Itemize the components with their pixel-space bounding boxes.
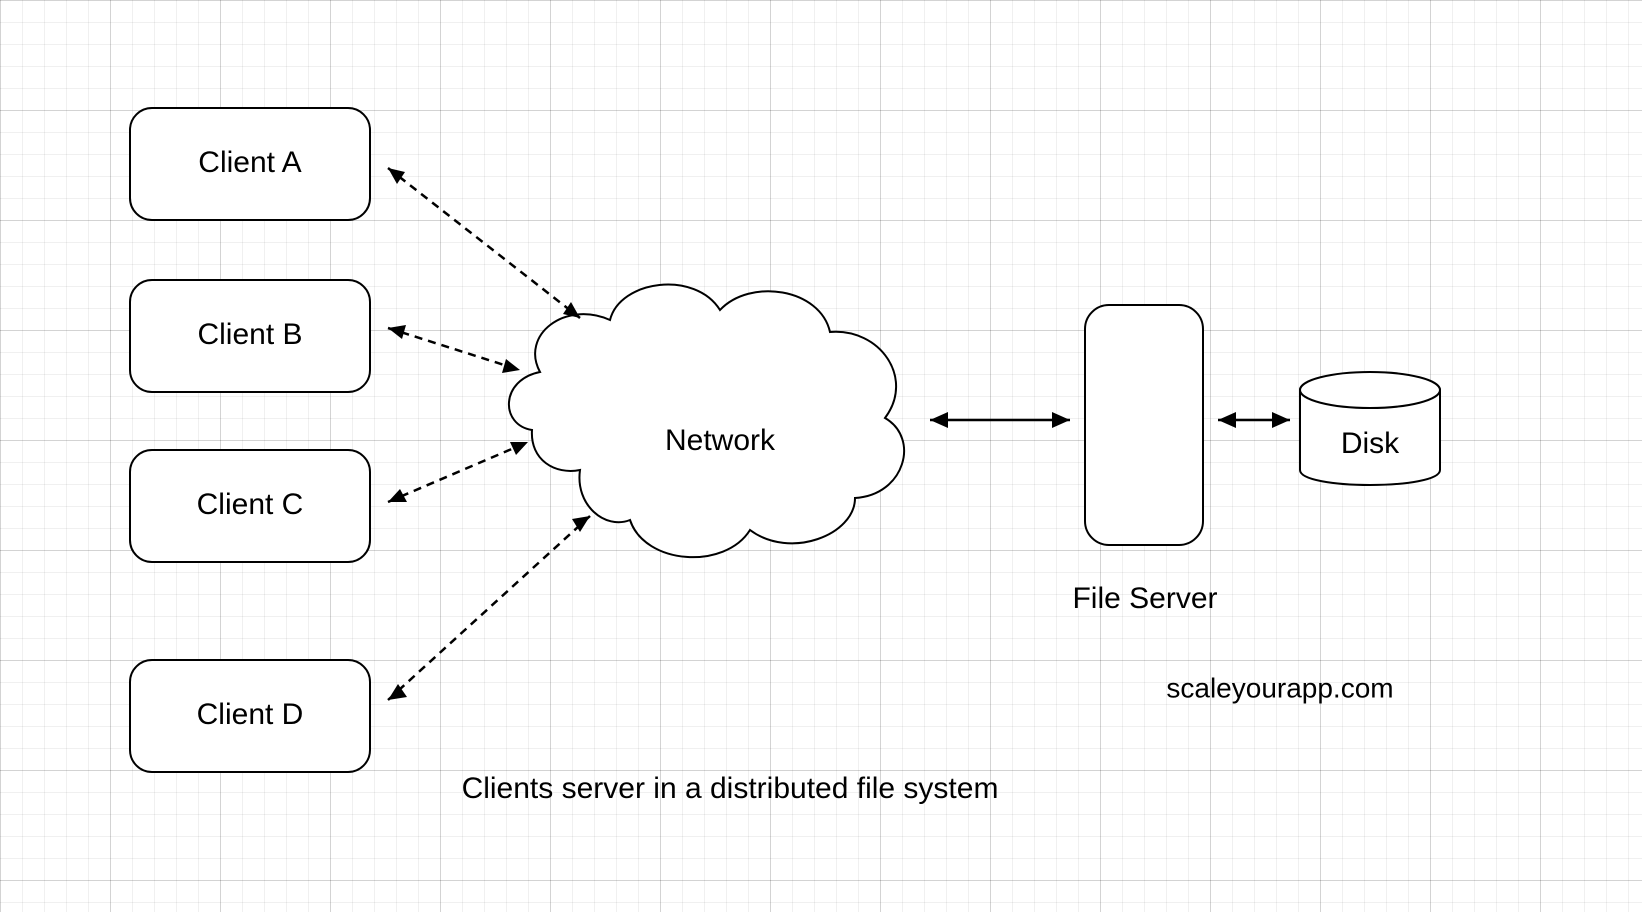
client-d-label: Client D bbox=[197, 698, 304, 731]
client-c-label: Client C bbox=[197, 488, 304, 521]
arrow-client-c-network bbox=[388, 442, 528, 502]
file-server-box: File Server bbox=[1072, 305, 1217, 615]
client-a-label: Client A bbox=[198, 146, 301, 179]
arrow-client-b-network bbox=[388, 325, 520, 373]
client-c-box: Client C bbox=[130, 450, 370, 562]
client-a-box: Client A bbox=[130, 108, 370, 220]
caption-text: Clients server in a distributed file sys… bbox=[462, 772, 999, 805]
arrow-client-a-network bbox=[388, 168, 580, 318]
client-d-box: Client D bbox=[130, 660, 370, 772]
arrow-fileserver-disk bbox=[1218, 412, 1290, 428]
disk-label: Disk bbox=[1341, 427, 1400, 460]
file-server-label: File Server bbox=[1072, 582, 1217, 615]
client-b-box: Client B bbox=[130, 280, 370, 392]
client-b-label: Client B bbox=[197, 318, 302, 351]
network-label: Network bbox=[665, 424, 776, 457]
disk-cylinder: Disk bbox=[1300, 372, 1440, 485]
arrow-client-d-network bbox=[388, 516, 590, 700]
network-cloud: Network bbox=[509, 285, 904, 558]
arrow-network-fileserver bbox=[930, 412, 1070, 428]
diagram-canvas: Client A Client B Client C Client D Netw… bbox=[0, 0, 1642, 912]
attribution-text: scaleyourapp.com bbox=[1166, 672, 1393, 703]
